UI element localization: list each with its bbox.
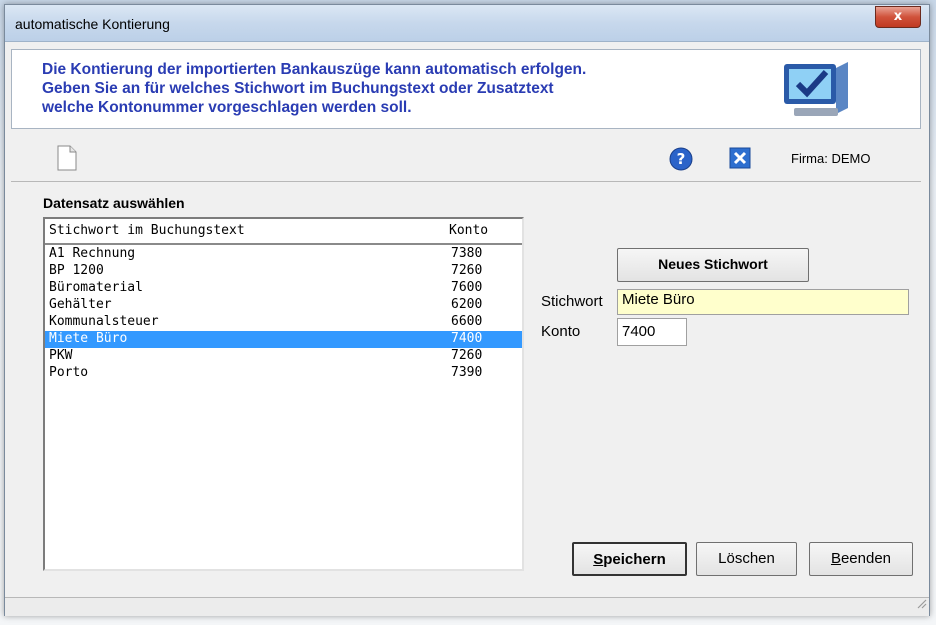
info-line-2: Geben Sie an für welches Stichwort im Bu…	[42, 80, 554, 97]
info-text: Die Kontierung der importierten Bankausz…	[42, 60, 742, 117]
firma-label: Firma: DEMO	[791, 151, 871, 166]
list-item-stichwort: Büromaterial	[49, 280, 143, 295]
list-item[interactable]: Kommunalsteuer 6600	[45, 314, 522, 331]
svg-text:?: ?	[677, 150, 686, 168]
resize-grip-icon[interactable]	[915, 596, 927, 614]
new-document-icon[interactable]	[57, 145, 77, 176]
list-item[interactable]: Büromaterial 7600	[45, 280, 522, 297]
list-item-konto: 7260	[451, 348, 483, 363]
list-item-stichwort: Gehälter	[49, 297, 112, 312]
beenden-button[interactable]: Beenden	[809, 542, 913, 576]
info-line-1: Die Kontierung der importierten Bankausz…	[42, 61, 587, 78]
list-item[interactable]: Gehälter 6200	[45, 297, 522, 314]
list-item-konto: 6200	[451, 297, 483, 312]
list-item-konto: 6600	[451, 314, 483, 329]
dialog-window: automatische Kontierung x Die Kontierung…	[4, 4, 930, 616]
list-item[interactable]: BP 1200 7260	[45, 263, 522, 280]
list-item-konto: 7600	[451, 280, 483, 295]
stichwort-listbox[interactable]: Stichwort im Buchungstext Konto A1 Rechn…	[43, 217, 524, 571]
list-item-stichwort: Porto	[49, 365, 89, 380]
list-item[interactable]: A1 Rechnung 7380	[45, 246, 522, 263]
info-header: Die Kontierung der importierten Bankausz…	[11, 49, 921, 129]
list-rows: A1 Rechnung 7380 BP 1200 7260 Büromaterial 76…	[45, 246, 522, 382]
list-item[interactable]: PKW 7260	[45, 348, 522, 365]
list-item-stichwort: Miete Büro	[49, 331, 128, 346]
list-item-stichwort: PKW	[49, 348, 73, 363]
close-icon: x	[893, 9, 903, 24]
list-item-konto: 7260	[451, 263, 483, 278]
status-bar	[5, 597, 929, 616]
beenden-label: eenden	[840, 550, 892, 567]
list-item[interactable]: Porto 7390	[45, 365, 522, 382]
list-header: Stichwort im Buchungstext Konto	[45, 219, 522, 245]
konto-input[interactable]: 7400	[617, 318, 687, 346]
computer-check-icon	[780, 58, 860, 127]
help-icon[interactable]: ?	[669, 147, 693, 176]
toolbar: ? Firma: DEMO	[11, 135, 921, 182]
list-item-konto: 7400	[451, 331, 483, 346]
speichern-mnemonic: S	[593, 551, 604, 568]
list-item-konto: 7380	[451, 246, 483, 261]
window-title: automatische Kontierung	[15, 16, 170, 32]
list-item-konto: 7390	[451, 365, 483, 380]
loeschen-button[interactable]: Löschen	[696, 542, 797, 576]
section-title: Datensatz auswählen	[43, 195, 185, 211]
stichwort-input[interactable]: Miete Büro	[617, 289, 909, 315]
close-button[interactable]: x	[875, 6, 921, 28]
list-item[interactable]: Miete Büro 7400	[45, 331, 522, 348]
konto-label: Konto	[541, 323, 581, 340]
delete-x-icon[interactable]	[729, 147, 751, 174]
column-header-konto[interactable]: Konto	[449, 223, 488, 238]
info-line-3: welche Kontonummer vorgeschlagen werden …	[42, 99, 412, 116]
list-item-stichwort: Kommunalsteuer	[49, 314, 159, 329]
title-bar[interactable]: automatische Kontierung x	[5, 5, 929, 42]
speichern-label: peichern	[603, 551, 666, 568]
list-item-stichwort: A1 Rechnung	[49, 246, 136, 261]
neues-stichwort-button[interactable]: Neues Stichwort	[617, 248, 809, 282]
list-item-stichwort: BP 1200	[49, 263, 104, 278]
beenden-mnemonic: B	[830, 550, 841, 567]
speichern-button[interactable]: Speichern	[572, 542, 687, 576]
stichwort-label: Stichwort	[541, 293, 603, 310]
column-header-stichwort[interactable]: Stichwort im Buchungstext	[49, 223, 245, 238]
